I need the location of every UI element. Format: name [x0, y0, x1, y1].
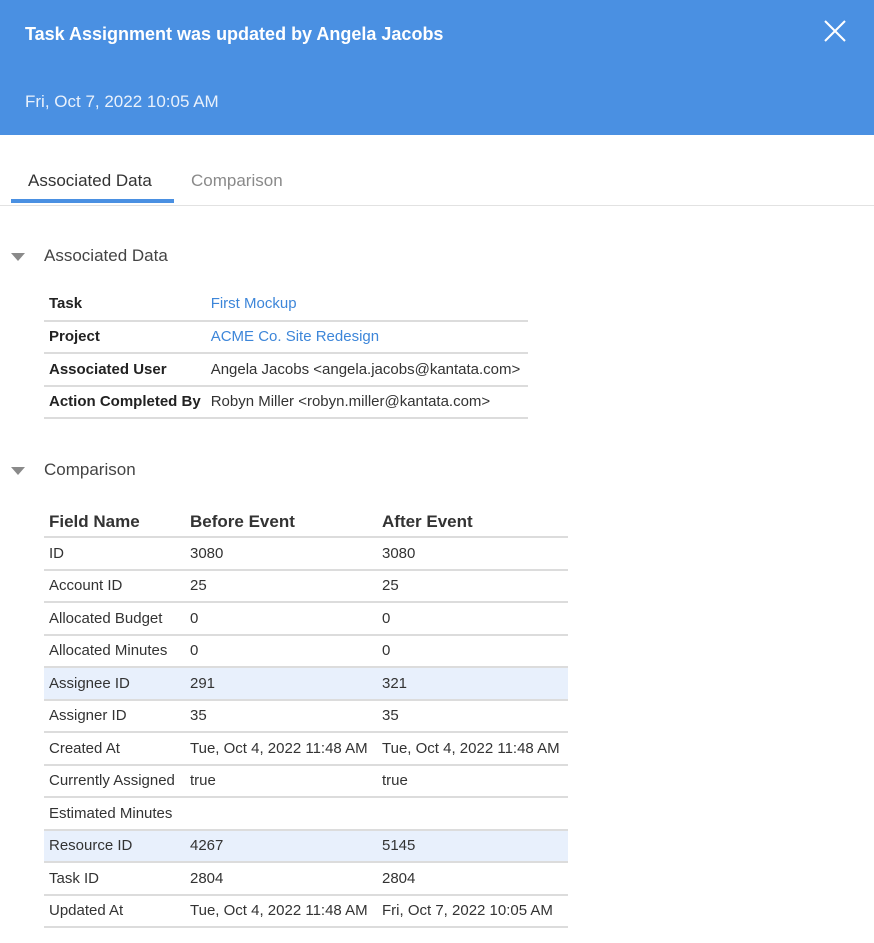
comparison-header-row: Field Name Before Event After Event: [44, 503, 568, 538]
field-name-cell: Updated At: [44, 894, 185, 928]
after-value-cell: 0: [377, 602, 568, 636]
changed-table-row: Resource ID 4267 5145: [44, 829, 568, 863]
before-value-cell: 4267: [185, 829, 377, 863]
associated-data-value-cell: First Mockup: [205, 288, 528, 322]
field-name-cell: Created At: [44, 732, 185, 766]
associated-data-section-title: Associated Data: [44, 246, 168, 265]
active-tab-indicator: [11, 199, 174, 203]
associated-data-row: Project ACME Co. Site Redesign: [44, 320, 528, 354]
associated-data-link[interactable]: ACME Co. Site Redesign: [211, 328, 379, 345]
associated-data-value-cell: Robyn Miller <robyn.miller@kantata.com>: [205, 385, 528, 419]
table-row: Estimated Minutes: [44, 797, 568, 831]
after-value-cell: 25: [377, 569, 568, 603]
close-icon: [824, 20, 846, 42]
associated-data-value-cell: Angela Jacobs <angela.jacobs@kantata.com…: [205, 353, 528, 387]
before-value-cell: Tue, Oct 4, 2022 11:48 AM: [185, 894, 377, 928]
before-value-cell: 25: [185, 569, 377, 603]
field-name-cell: Account ID: [44, 569, 185, 603]
field-name-cell: Currently Assigned: [44, 764, 185, 798]
column-header-after-event: After Event: [377, 503, 568, 538]
field-name-cell: ID: [44, 537, 185, 571]
table-row: Updated At Tue, Oct 4, 2022 11:48 AM Fri, …: [44, 894, 568, 928]
table-row: Currently Assigned true true: [44, 764, 568, 798]
before-value-cell: true: [185, 764, 377, 798]
tab-associated-data[interactable]: Associated Data: [28, 171, 152, 191]
field-name-cell: Assignee ID: [44, 667, 185, 701]
table-row: Account ID 25 25: [44, 569, 568, 603]
after-value-cell: Fri, Oct 7, 2022 10:05 AM: [377, 894, 568, 928]
field-name-cell: Assigner ID: [44, 699, 185, 733]
before-value-cell: 35: [185, 699, 377, 733]
field-name-cell: Allocated Budget: [44, 602, 185, 636]
comparison-section-title: Comparison: [44, 460, 136, 479]
after-value-cell: 35: [377, 699, 568, 733]
before-value-cell: 3080: [185, 537, 377, 571]
before-value-cell: 0: [185, 634, 377, 668]
after-value-cell: 5145: [377, 829, 568, 863]
event-header: Task Assignment was updated by Angela Ja…: [0, 0, 874, 135]
field-name-cell: Task ID: [44, 862, 185, 896]
caret-down-icon: [11, 253, 25, 261]
column-header-field-name: Field Name: [44, 503, 185, 538]
after-value-cell: 321: [377, 667, 568, 701]
after-value-cell: 0: [377, 634, 568, 668]
table-row: ID 3080 3080: [44, 537, 568, 571]
event-date: Fri, Oct 7, 2022 10:05 AM: [25, 92, 219, 111]
field-name-cell: Estimated Minutes: [44, 797, 185, 831]
associated-data-key: Action Completed By: [44, 385, 206, 419]
associated-data-row: Action Completed By Robyn Miller <robyn.m…: [44, 385, 528, 419]
field-name-cell: Resource ID: [44, 829, 185, 863]
changed-table-row: Assignee ID 291 321: [44, 667, 568, 701]
table-row: Task ID 2804 2804: [44, 862, 568, 896]
associated-data-key: Project: [44, 320, 206, 354]
table-row: Assigner ID 35 35: [44, 699, 568, 733]
before-value-cell: [185, 797, 377, 831]
after-value-cell: [377, 797, 568, 831]
table-row: Allocated Minutes 0 0: [44, 634, 568, 668]
table-row: Allocated Budget 0 0: [44, 602, 568, 636]
close-button[interactable]: [820, 16, 850, 46]
associated-data-section-toggle[interactable]: Associated Data: [0, 246, 200, 270]
field-name-cell: Allocated Minutes: [44, 634, 185, 668]
associated-data-key: Task: [44, 288, 206, 322]
associated-data-link[interactable]: First Mockup: [211, 295, 297, 312]
before-value-cell: 0: [185, 602, 377, 636]
tab-comparison[interactable]: Comparison: [191, 171, 283, 191]
comparison-section-toggle[interactable]: Comparison: [0, 460, 200, 484]
after-value-cell: 3080: [377, 537, 568, 571]
comparison-table: Field Name Before Event After Event ID 30…: [44, 503, 568, 928]
table-row: Created At Tue, Oct 4, 2022 11:48 AM Tue, …: [44, 732, 568, 766]
column-header-before-event: Before Event: [185, 503, 377, 538]
after-value-cell: 2804: [377, 862, 568, 896]
before-value-cell: Tue, Oct 4, 2022 11:48 AM: [185, 732, 377, 766]
tab-bar: Associated Data Comparison: [0, 135, 874, 206]
associated-data-key: Associated User: [44, 353, 206, 387]
associated-data-table: Task First Mockup Project ACME Co. Site Red…: [44, 288, 528, 419]
associated-data-value-cell: ACME Co. Site Redesign: [205, 320, 528, 354]
after-value-cell: true: [377, 764, 568, 798]
after-value-cell: Tue, Oct 4, 2022 11:48 AM: [377, 732, 568, 766]
associated-data-row: Task First Mockup: [44, 288, 528, 322]
associated-data-row: Associated User Angela Jacobs <angela.jac…: [44, 353, 528, 387]
caret-down-icon: [11, 467, 25, 475]
before-value-cell: 291: [185, 667, 377, 701]
before-value-cell: 2804: [185, 862, 377, 896]
event-title: Task Assignment was updated by Angela Ja…: [25, 24, 444, 44]
